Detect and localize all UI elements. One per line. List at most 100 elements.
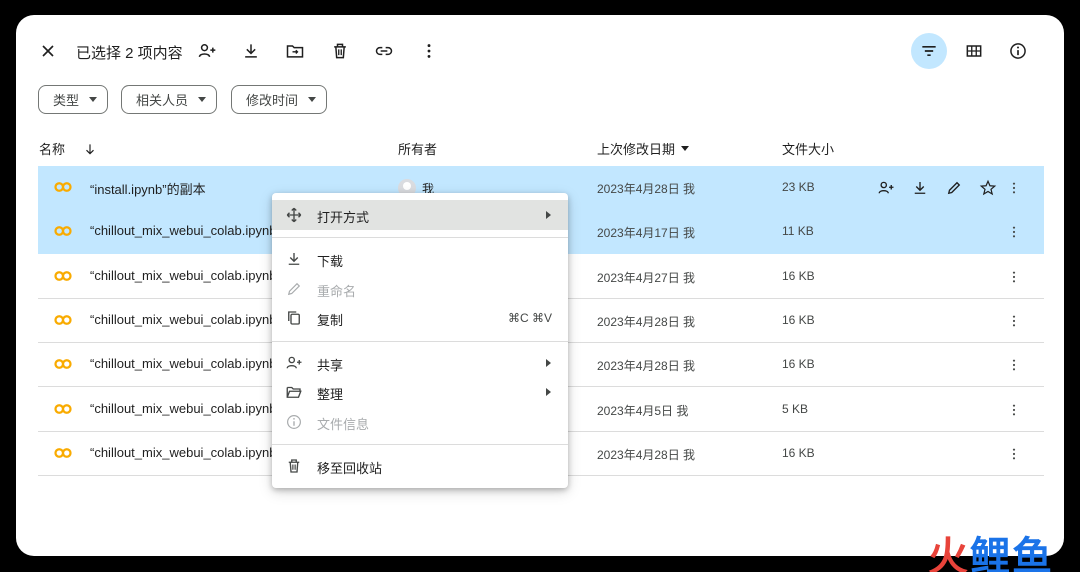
row-more-button[interactable] bbox=[1004, 311, 1024, 331]
modified-date: 2023年4月28日 我 bbox=[597, 359, 696, 373]
link-icon bbox=[375, 46, 393, 56]
filter-chip-type[interactable]: 类型 bbox=[38, 85, 109, 114]
info-icon bbox=[287, 415, 301, 429]
file-name: “install.ipynb”的副本 bbox=[90, 182, 206, 197]
drive-window: 已选择 2 项内容 类型 相关人员 修改时间 名称 所有者 上次修改日期 文件大… bbox=[16, 15, 1064, 556]
row-share-button[interactable] bbox=[874, 176, 898, 200]
grid-view-button[interactable] bbox=[956, 33, 992, 69]
details-button[interactable] bbox=[1000, 33, 1036, 69]
share-button[interactable] bbox=[189, 33, 225, 69]
modified-date: 2023年4月5日 我 bbox=[597, 404, 689, 418]
file-size: 16 KB bbox=[782, 269, 815, 283]
more-actions-button[interactable] bbox=[411, 33, 447, 69]
download-icon bbox=[245, 44, 257, 58]
copy-icon bbox=[288, 311, 300, 325]
row-download-button[interactable] bbox=[908, 176, 932, 200]
watermark: 火鲤鱼 bbox=[928, 524, 1054, 572]
file-name: “chillout_mix_webui_colab.ipynb” bbox=[90, 356, 281, 371]
filter-chip-modified[interactable]: 修改时间 bbox=[231, 85, 328, 114]
row-more-button[interactable] bbox=[1004, 355, 1024, 375]
file-size: 11 KB bbox=[782, 224, 814, 238]
file-name: “chillout_mix_webui_colab.ipynb” bbox=[90, 445, 281, 460]
column-header-label: 名称 bbox=[39, 142, 66, 157]
file-size: 16 KB bbox=[782, 446, 815, 460]
grid-icon bbox=[966, 45, 982, 57]
folder-move-icon bbox=[286, 45, 304, 58]
person-add-icon bbox=[286, 356, 302, 369]
clear-selection-button[interactable] bbox=[30, 33, 66, 69]
row-more-button[interactable] bbox=[1004, 178, 1024, 198]
modified-date: 2023年4月28日 我 bbox=[597, 182, 696, 196]
watermark-char: 鱼 bbox=[1012, 535, 1054, 572]
column-header-name[interactable]: 名称 bbox=[39, 139, 97, 158]
menu-item-copy[interactable]: 复制 ⌘C ⌘V bbox=[272, 303, 568, 333]
filter-chip-people[interactable]: 相关人员 bbox=[121, 85, 218, 114]
colab-icon bbox=[54, 359, 72, 369]
copy-link-button[interactable] bbox=[366, 33, 402, 69]
menu-item-file-info: 文件信息 bbox=[272, 407, 568, 437]
download-icon bbox=[914, 182, 926, 194]
more-vert-icon bbox=[1012, 315, 1016, 327]
menu-item-label: 共享 bbox=[317, 358, 344, 373]
info-icon bbox=[1010, 43, 1026, 59]
file-name: “chillout_mix_webui_colab.ipynb” bbox=[90, 268, 281, 283]
sort-caret-down-icon bbox=[681, 146, 690, 151]
caret-down-icon bbox=[308, 97, 317, 102]
file-name: “chillout_mix_webui_colab.ipynb” bbox=[90, 401, 281, 416]
menu-item-download[interactable]: 下载 bbox=[272, 244, 568, 274]
colab-icon bbox=[54, 315, 72, 325]
column-header-modified[interactable]: 上次修改日期 bbox=[597, 139, 690, 158]
watermark-char: 鲤 bbox=[970, 535, 1012, 572]
person-add-icon bbox=[198, 44, 216, 58]
menu-item-share[interactable]: 共享 bbox=[272, 348, 568, 378]
menu-item-open-with[interactable]: 打开方式 bbox=[272, 200, 568, 230]
download-icon bbox=[288, 253, 300, 265]
modified-date: 2023年4月17日 我 bbox=[597, 226, 696, 240]
file-size: 5 KB bbox=[782, 402, 809, 416]
filter-toggle-button[interactable] bbox=[911, 33, 947, 69]
caret-down-icon bbox=[198, 97, 207, 102]
edit-pencil-icon bbox=[287, 282, 301, 296]
filter-icon bbox=[922, 46, 936, 56]
row-rename-button[interactable] bbox=[942, 176, 966, 200]
filter-chip-label: 修改时间 bbox=[246, 93, 299, 108]
column-header-size[interactable]: 文件大小 bbox=[782, 139, 834, 158]
colab-icon bbox=[54, 226, 72, 236]
menu-divider bbox=[272, 444, 568, 445]
menu-item-organize[interactable]: 整理 bbox=[272, 377, 568, 407]
more-vert-icon bbox=[1012, 182, 1016, 194]
star-icon bbox=[979, 179, 997, 196]
person-add-icon bbox=[878, 181, 894, 194]
more-vert-icon bbox=[1012, 271, 1016, 283]
submenu-arrow-icon bbox=[546, 211, 551, 219]
row-star-button[interactable] bbox=[976, 176, 1000, 200]
edit-pencil-icon bbox=[947, 181, 961, 195]
trash-icon bbox=[288, 459, 300, 473]
filter-chip-label: 相关人员 bbox=[136, 93, 189, 108]
move-button[interactable] bbox=[277, 33, 313, 69]
column-header-label: 上次修改日期 bbox=[597, 142, 676, 157]
menu-divider bbox=[272, 341, 568, 342]
menu-item-rename: 重命名 bbox=[272, 274, 568, 304]
column-header-owner[interactable]: 所有者 bbox=[398, 139, 437, 158]
row-more-button[interactable] bbox=[1004, 400, 1024, 420]
more-vert-icon bbox=[427, 44, 431, 58]
trash-button[interactable] bbox=[322, 33, 358, 69]
menu-item-label: 整理 bbox=[317, 387, 344, 402]
colab-icon bbox=[54, 271, 72, 281]
file-size: 16 KB bbox=[782, 313, 815, 327]
close-icon bbox=[42, 45, 54, 57]
submenu-arrow-icon bbox=[546, 359, 551, 367]
file-name: “chillout_mix_webui_colab.ipynb” bbox=[90, 223, 281, 238]
menu-item-trash[interactable]: 移至回收站 bbox=[272, 451, 568, 481]
row-more-button[interactable] bbox=[1004, 222, 1024, 242]
row-more-button[interactable] bbox=[1004, 444, 1024, 464]
filter-chip-label: 类型 bbox=[53, 93, 80, 108]
row-more-button[interactable] bbox=[1004, 267, 1024, 287]
more-vert-icon bbox=[1012, 226, 1016, 238]
row-hover-actions bbox=[874, 176, 1000, 200]
trash-icon bbox=[334, 43, 346, 59]
modified-date: 2023年4月28日 我 bbox=[597, 315, 696, 329]
download-button[interactable] bbox=[233, 33, 269, 69]
more-vert-icon bbox=[1012, 359, 1016, 371]
